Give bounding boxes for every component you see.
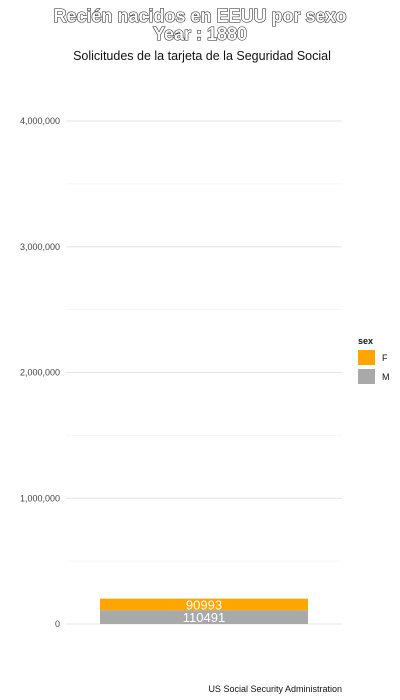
chart-title-year: Year : 1880 xyxy=(153,24,247,44)
legend-swatch-m xyxy=(358,369,375,384)
legend-swatch-f xyxy=(358,350,375,365)
chart-svg: Recién nacidos en EEUU por sexo Year : 1… xyxy=(20,5,390,694)
y-tick-label: 0 xyxy=(55,619,60,629)
legend-title: sex xyxy=(358,336,373,346)
bar-label-f: 90993 xyxy=(186,597,222,612)
chart-title: Recién nacidos en EEUU por sexo xyxy=(53,6,346,26)
y-tick-label: 4,000,000 xyxy=(20,116,60,126)
chart-subtitle: Solicitudes de la tarjeta de la Segurida… xyxy=(73,49,331,63)
legend-label-m: M xyxy=(382,372,390,382)
y-tick-label: 3,000,000 xyxy=(20,242,60,252)
chart-page: Recién nacidos en EEUU por sexo Year : 1… xyxy=(0,0,400,700)
legend-label-f: F xyxy=(382,353,388,363)
grid-layer xyxy=(66,120,342,625)
chart-caption: US Social Security Administration xyxy=(208,684,342,694)
y-axis-ticks: 0 1,000,000 2,000,000 3,000,000 4,000,000 xyxy=(20,116,60,629)
y-tick-label: 2,000,000 xyxy=(20,368,60,378)
y-tick-label: 1,000,000 xyxy=(20,493,60,503)
legend: sex F M xyxy=(358,336,390,384)
bar-label-layer: 11049190993 xyxy=(183,597,225,625)
